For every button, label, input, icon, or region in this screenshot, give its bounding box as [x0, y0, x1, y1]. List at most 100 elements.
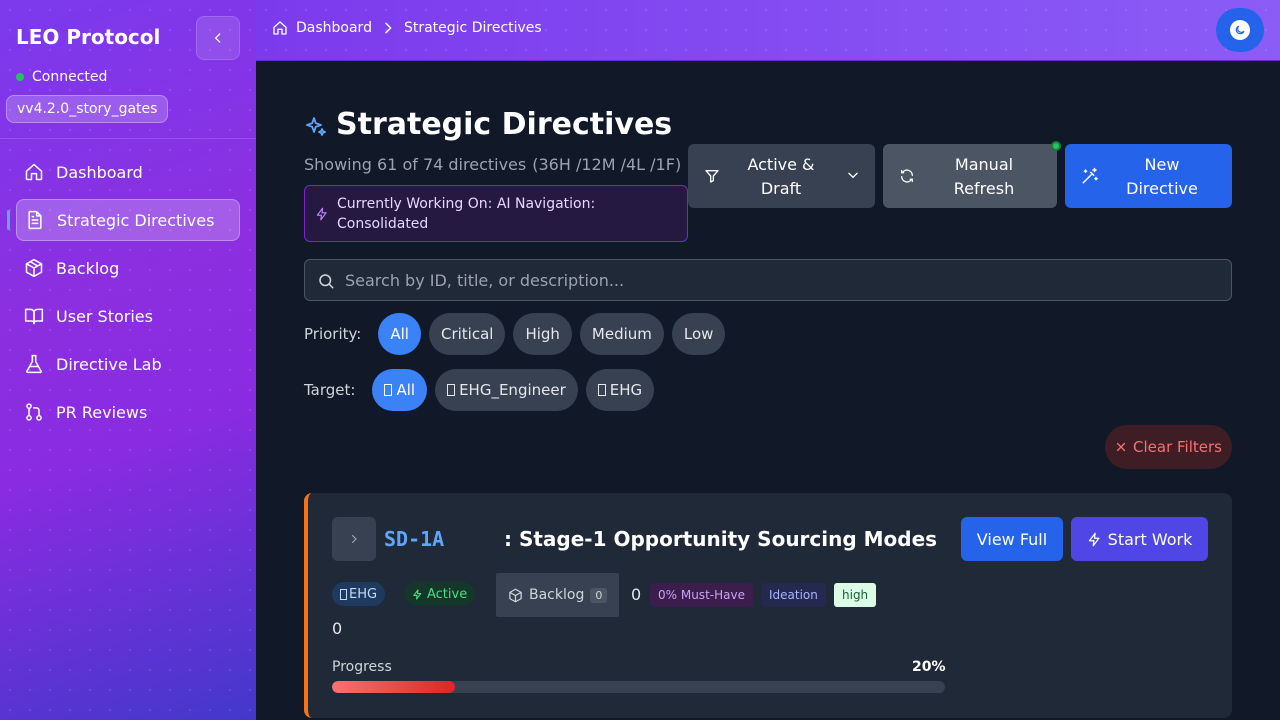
priority-filter-row: Priority: All Critical High Medium Low: [304, 313, 733, 355]
connection-label: Connected: [32, 69, 108, 85]
progress-bar-fill: [332, 681, 455, 693]
magic-wand-icon: [1082, 167, 1098, 184]
refresh-icon: [901, 169, 913, 183]
summary-text: Showing 61 of 74 directives: [304, 155, 527, 174]
sidebar-item-label: Strategic Directives: [57, 210, 215, 230]
status-label: Active: [427, 586, 468, 602]
version-badge: vv4.2.0_story_gates: [6, 95, 169, 123]
target-badge-label: EHG: [349, 586, 378, 602]
main-content: Strategic Directives Showing 61 of 74 di…: [256, 61, 1280, 720]
chevron-right-icon: [385, 22, 392, 34]
backlog-label: Backlog: [529, 587, 585, 603]
stage-badge: Ideation: [761, 583, 826, 607]
priority-chip-critical[interactable]: Critical: [428, 313, 506, 355]
breadcrumb: Dashboard Strategic Directives: [272, 20, 542, 36]
book-open-icon: [24, 308, 44, 325]
git-pull-request-icon: [26, 403, 42, 421]
directive-title: : Stage-1 Opportunity Sourcing Modes: [504, 527, 938, 551]
status-filter-label: Active & Draft: [747, 155, 815, 198]
sidebar-item-dashboard[interactable]: Dashboard: [16, 151, 240, 193]
progress-bar: [332, 681, 945, 693]
new-directive-label: New Directive: [1126, 155, 1198, 198]
start-work-label: Start Work: [1107, 529, 1193, 549]
target-badge: EHG: [332, 582, 386, 606]
directive-summary: Showing 61 of 74 directives (36H /12M /4L…: [304, 155, 681, 174]
target-chip-label: EHG: [609, 381, 643, 399]
status-filter-dropdown[interactable]: Active & Draft: [688, 144, 875, 208]
search-icon: [319, 274, 334, 289]
search-box: [304, 259, 1232, 301]
currently-working-banner[interactable]: Currently Working On: AI Navigation: Con…: [304, 185, 688, 242]
clear-filters-button[interactable]: Clear Filters: [1105, 425, 1232, 469]
target-chip-all[interactable]: All: [372, 369, 428, 411]
must-have-badge: 0% Must-Have: [650, 583, 753, 607]
sidebar-nav: Dashboard Strategic Directives Backlog U…: [7, 151, 240, 439]
status-dot-icon: [16, 73, 24, 81]
missing-glyph-icon: [447, 384, 456, 396]
sidebar: LEO Protocol Connected vv4.2.0_story_gat…: [0, 0, 256, 720]
package-icon: [509, 588, 522, 602]
target-chip-ehg-engineer[interactable]: EHG_Engineer: [435, 369, 578, 411]
home-icon: [273, 21, 287, 35]
clear-filters-label: Clear Filters: [1133, 438, 1222, 456]
sidebar-divider: [0, 138, 256, 139]
target-filter-row: Target: All EHG_Engineer EHG: [304, 369, 662, 411]
priority-badge: high: [834, 583, 877, 607]
target-chip-label: All: [396, 381, 416, 399]
manual-refresh-button[interactable]: Manual Refresh: [883, 141, 1061, 208]
sidebar-item-directive-lab[interactable]: Directive Lab: [16, 343, 240, 385]
sidebar-item-label: Directive Lab: [56, 354, 162, 374]
backlog-button[interactable]: Backlog 0: [496, 573, 619, 617]
missing-glyph-icon: [340, 588, 347, 600]
missing-glyph-icon: [384, 384, 393, 396]
priority-chip-high[interactable]: High: [513, 313, 572, 355]
priority-counts: (36H /12M /4L /1F): [532, 155, 682, 174]
lightning-icon: [413, 588, 422, 600]
top-bar: Dashboard Strategic Directives: [256, 0, 1280, 61]
count-value: 0: [332, 619, 343, 638]
new-directive-button[interactable]: New Directive: [1065, 144, 1232, 208]
sidebar-item-label: Dashboard: [56, 162, 143, 182]
connection-status: Connected: [16, 69, 107, 85]
lightning-icon: [316, 207, 327, 221]
progress-label: Progress: [332, 659, 392, 675]
document-icon: [28, 210, 42, 230]
target-chip-ehg[interactable]: EHG: [585, 369, 655, 411]
sidebar-item-label: PR Reviews: [56, 402, 148, 422]
expand-card-button[interactable]: [332, 517, 376, 561]
target-chip-label: EHG_Engineer: [459, 381, 566, 399]
target-filter-label: Target:: [304, 381, 356, 399]
start-work-button[interactable]: Start Work: [1071, 517, 1208, 561]
brand-title: LEO Protocol: [16, 25, 161, 49]
filter-icon: [705, 170, 719, 183]
theme-toggle-button[interactable]: [1216, 8, 1264, 52]
sidebar-item-pr-reviews[interactable]: PR Reviews: [16, 391, 240, 433]
priority-chip-low[interactable]: Low: [671, 313, 726, 355]
search-input[interactable]: [345, 260, 1215, 300]
backlog-count: 0: [590, 587, 608, 603]
collapse-sidebar-button[interactable]: [196, 16, 240, 60]
priority-chip-medium[interactable]: Medium: [579, 313, 664, 355]
sparkles-icon: [306, 117, 326, 136]
view-full-button[interactable]: View Full: [961, 517, 1063, 561]
moon-icon: [1235, 25, 1245, 35]
flask-icon: [26, 354, 42, 374]
priority-chip-all[interactable]: All: [378, 313, 421, 355]
breadcrumb-current: Strategic Directives: [403, 20, 542, 36]
sidebar-item-label: Backlog: [56, 258, 120, 278]
count-value: 0: [631, 585, 642, 604]
sidebar-item-strategic-directives[interactable]: Strategic Directives: [7, 199, 240, 241]
breadcrumb-home-link[interactable]: Dashboard: [296, 20, 372, 36]
sidebar-item-user-stories[interactable]: User Stories: [16, 295, 240, 337]
directive-id: SD-1A: [384, 527, 445, 551]
working-on-text: Currently Working On: AI Navigation: Con…: [337, 196, 596, 232]
chevron-left-icon: [214, 33, 221, 43]
chevron-down-icon: [848, 172, 858, 179]
sidebar-item-backlog[interactable]: Backlog: [16, 247, 240, 289]
status-badge: Active: [404, 582, 476, 606]
home-icon: [25, 163, 43, 181]
chevron-right-icon: [351, 534, 357, 544]
refresh-label: Manual Refresh: [953, 155, 1015, 198]
missing-glyph-icon: [597, 384, 606, 396]
package-icon: [25, 258, 43, 278]
